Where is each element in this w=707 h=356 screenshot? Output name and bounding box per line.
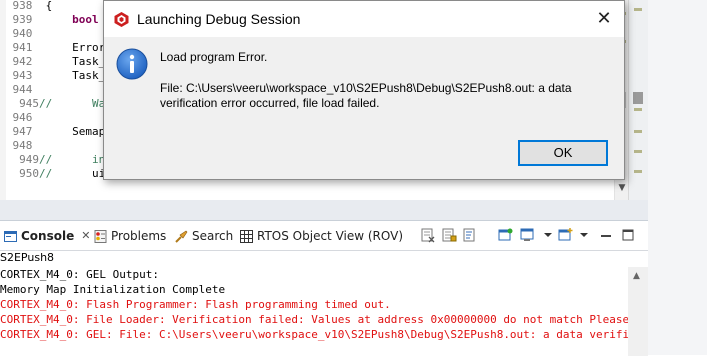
code-token: Error	[72, 41, 106, 54]
console-output[interactable]: CORTEX_M4_0: GEL Output: Memory Map Initi…	[0, 267, 628, 356]
console-line: Memory Map Initialization Complete	[0, 283, 226, 296]
code-token: {	[45, 0, 53, 12]
code-line[interactable]: 939 bool	[0, 13, 99, 27]
tab-label: Console	[21, 229, 75, 243]
console-view: Console ✕ Problems Search RTOS Object Vi…	[0, 220, 648, 356]
console-title: S2EPush8	[0, 251, 55, 264]
code-line[interactable]: 944	[0, 83, 46, 97]
tab-console[interactable]: Console ✕	[4, 227, 90, 245]
overview-marker	[634, 170, 642, 173]
comment-marker: //	[39, 167, 53, 180]
comment-marker	[39, 41, 46, 54]
rov-grid-icon	[240, 229, 253, 243]
tab-search[interactable]: Search	[175, 227, 233, 245]
code-line[interactable]: 938 {	[0, 0, 53, 13]
line-number: 948	[12, 139, 39, 152]
view-sash[interactable]	[0, 200, 648, 220]
word-wrap-icon[interactable]	[462, 227, 478, 243]
chevron-down-icon[interactable]	[540, 227, 556, 243]
view-tab-bar: Console ✕ Problems Search RTOS Object Vi…	[0, 221, 648, 251]
comment-marker	[39, 83, 46, 96]
line-number: 942	[12, 55, 39, 68]
comment-marker	[39, 0, 46, 12]
comment-marker	[39, 13, 46, 26]
clear-console-icon[interactable]	[420, 227, 436, 243]
dialog-message-primary: Load program Error.	[160, 50, 268, 64]
comment-marker: //	[39, 153, 53, 166]
code-token: Semap	[72, 125, 106, 138]
line-number: 940	[12, 27, 39, 40]
close-icon[interactable]: ✕	[590, 7, 618, 31]
dialog-title: Launching Debug Session	[137, 11, 301, 27]
console-line: CORTEX_M4_0: GEL Output:	[0, 268, 159, 281]
code-line[interactable]: 942 Task_	[0, 55, 106, 69]
line-number: 947	[12, 125, 39, 138]
line-number: 950	[19, 167, 39, 180]
dialog-titlebar[interactable]: Launching Debug Session ✕	[104, 1, 624, 37]
console-error-line: CORTEX_M4_0: File Loader: Verification f…	[0, 313, 628, 326]
comment-marker	[39, 69, 46, 82]
code-line[interactable]: 943 Task_	[0, 69, 106, 83]
comment-marker	[39, 27, 46, 40]
comment-marker	[39, 125, 46, 138]
dialog-message-detail: File: C:\Users\veeru\workspace_v10\S2EPu…	[160, 81, 572, 110]
scroll-down-arrow-icon[interactable]: ▼	[617, 183, 627, 193]
open-console-icon[interactable]	[558, 227, 574, 243]
ccs-app-icon	[114, 12, 129, 27]
code-line[interactable]: 949// int	[0, 153, 112, 167]
tab-label: Search	[192, 229, 234, 243]
comment-marker	[39, 111, 46, 124]
comment-marker: //	[39, 97, 53, 110]
editor-overview-ruler	[628, 0, 649, 200]
code-line[interactable]: 941 Error	[0, 41, 106, 55]
minimize-view-icon[interactable]	[598, 227, 614, 243]
code-line[interactable]: 940	[0, 27, 46, 41]
overview-marker	[634, 150, 642, 153]
line-number: 946	[12, 111, 39, 124]
overview-current-block	[633, 92, 643, 104]
scroll-lock-icon[interactable]	[441, 227, 457, 243]
debug-session-dialog: Launching Debug Session ✕ Load program E…	[103, 0, 625, 180]
tab-rov[interactable]: RTOS Object View (ROV)	[240, 227, 403, 245]
maximize-view-icon[interactable]	[620, 227, 636, 243]
code-line[interactable]: 947 Semap	[0, 125, 106, 139]
tab-label: RTOS Object View (ROV)	[257, 229, 404, 243]
console-error-line: CORTEX_M4_0: GEL: File: C:\Users\veeru\w…	[0, 328, 628, 341]
line-number: 938	[12, 0, 39, 12]
close-tab-icon[interactable]: ✕	[81, 227, 90, 245]
problems-icon	[94, 229, 107, 243]
info-icon	[116, 48, 148, 80]
line-number: 949	[19, 153, 39, 166]
comment-marker	[39, 139, 46, 152]
tab-label: Problems	[111, 229, 167, 243]
search-icon	[175, 230, 188, 243]
pin-console-icon[interactable]	[498, 227, 514, 243]
overview-marker	[634, 130, 642, 133]
code-token: bool	[72, 13, 99, 26]
code-token: Task_	[72, 69, 106, 82]
code-line[interactable]: 948	[0, 139, 46, 153]
code-token: Task_	[72, 55, 106, 68]
overview-marker	[634, 108, 642, 111]
tab-problems[interactable]: Problems	[94, 227, 166, 245]
code-line[interactable]: 946	[0, 111, 46, 125]
comment-marker	[39, 55, 46, 68]
chevron-down-icon[interactable]	[576, 227, 592, 243]
console-icon	[4, 230, 17, 242]
line-number: 943	[12, 69, 39, 82]
console-scrollbar[interactable]: ▲	[628, 267, 648, 356]
code-line[interactable]: 945// Wat	[0, 97, 112, 111]
scroll-up-arrow-icon[interactable]: ▲	[633, 271, 640, 281]
ok-button[interactable]: OK	[518, 140, 608, 166]
line-number: 944	[12, 83, 39, 96]
console-error-line: CORTEX_M4_0: Flash Programmer: Flash pro…	[0, 298, 391, 311]
line-number: 945	[19, 97, 39, 110]
line-number: 941	[12, 41, 39, 54]
line-number: 939	[12, 13, 39, 26]
display-selected-console-icon[interactable]	[520, 227, 536, 243]
right-trim-area	[648, 0, 707, 355]
overview-marker	[634, 8, 642, 11]
